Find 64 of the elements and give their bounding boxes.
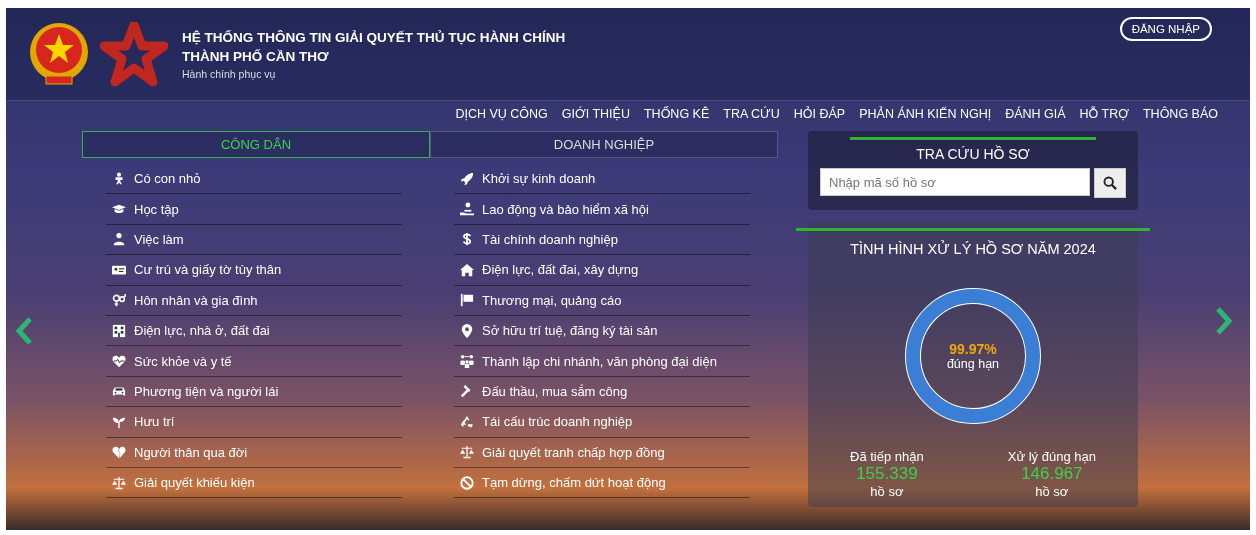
service-link[interactable]: Tái cấu trúc doanh nghiệp — [482, 414, 633, 430]
city-name: THÀNH PHỐ CẦN THƠ — [182, 48, 330, 66]
nav-link[interactable]: PHẢN ÁNH KIẾN NGHỊ — [859, 107, 992, 129]
figure-label: Xử lý đúng hạn — [1007, 449, 1096, 464]
service-link[interactable]: Việc làm — [134, 231, 184, 247]
service-link[interactable]: Cư trú và giấy tờ tùy thân — [134, 262, 282, 278]
service-link[interactable]: Giải quyết khiếu kiện — [134, 475, 255, 491]
ban-icon — [460, 475, 474, 490]
search-button[interactable] — [1094, 168, 1126, 198]
service-link[interactable]: Hôn nhân và gia đình — [134, 292, 258, 308]
scale-icon — [460, 445, 474, 460]
nav-link[interactable]: TRA CỨU — [723, 107, 780, 129]
tab[interactable]: DOANH NGHIỆP — [430, 131, 778, 158]
percent-caption: đúng hạn — [946, 357, 1000, 371]
service-link[interactable]: Thương mại, quảng cáo — [482, 292, 622, 308]
service-link[interactable]: Khởi sự kinh doanh — [482, 171, 596, 187]
service-link[interactable]: Tạm dừng, chấm dứt hoạt động — [482, 475, 666, 491]
figure-label: Đã tiếp nhận — [850, 449, 924, 464]
rocket-icon — [460, 171, 474, 186]
service-link[interactable]: Phương tiện và người lái — [134, 383, 279, 399]
nav-link[interactable]: DỊCH VỤ CÔNG — [455, 107, 548, 129]
nav-link[interactable]: HỖ TRỢ — [1079, 107, 1129, 129]
location-pin-icon — [460, 323, 474, 338]
hand-person-icon — [460, 202, 474, 217]
service-link[interactable]: Có con nhỏ — [134, 171, 201, 187]
figure-value: 146.967 — [1021, 464, 1083, 484]
panel-title: TRA CỨU HỒ SƠ — [850, 137, 1096, 162]
tab[interactable]: CÔNG DÂN — [82, 131, 430, 158]
service-link[interactable]: Học tập — [134, 201, 179, 217]
login-button[interactable]: ĐĂNG NHẬP — [1119, 17, 1212, 41]
service-link[interactable]: Sở hữu trí tuệ, đăng ký tài sản — [482, 323, 658, 339]
figure-value: 155.339 — [856, 464, 918, 484]
figure-unit: hồ sơ — [1035, 484, 1069, 499]
house-icon — [460, 262, 474, 277]
broken-heart-icon — [112, 445, 126, 460]
nav-link[interactable]: THỐNG KÊ — [643, 107, 710, 129]
person-icon — [112, 232, 126, 247]
scale-icon — [112, 475, 126, 490]
service-link[interactable]: Thành lập chi nhánh, văn phòng đại diện — [482, 353, 717, 369]
nav-link[interactable]: HỎI ĐÁP — [793, 107, 846, 129]
nav-link[interactable]: ĐÁNH GIÁ — [1005, 107, 1066, 129]
service-link[interactable]: Điện lực, nhà ở, đất đai — [134, 323, 270, 339]
nav-link[interactable]: GIỚI THIỆU — [561, 107, 630, 129]
building-icon — [112, 323, 126, 338]
service-link[interactable]: Hưu trí — [134, 414, 175, 430]
search-field[interactable]: Nhập mã số hồ sơ — [820, 168, 1090, 196]
gender-symbol-icon — [112, 293, 126, 308]
figure-unit: hồ sơ — [870, 484, 904, 499]
search-icon — [1103, 176, 1117, 190]
system-title: HỆ THỐNG THÔNG TIN GIẢI QUYẾT THỦ TỤC HÀNH CHÍNH — [182, 29, 566, 47]
service-link[interactable]: Lao động và bảo hiểm xã hội — [482, 201, 649, 217]
slogan: Hành chính phục vụ — [182, 68, 277, 80]
service-link[interactable]: Sức khỏe và y tế — [134, 353, 232, 369]
service-link[interactable]: Điện lực, đất đai, xây dựng — [482, 262, 639, 278]
stats-title: TÌNH HÌNH XỬ LÝ HỒ SƠ NĂM 2024 — [796, 228, 1150, 257]
service-link[interactable]: Giải quyết tranh chấp hợp đồng — [482, 444, 665, 460]
service-link[interactable]: Đấu thầu, mua sắm công — [482, 383, 628, 399]
flag-icon — [460, 293, 474, 308]
service-link[interactable]: Người thân qua đời — [134, 444, 248, 460]
percent-value: 99.97% — [949, 341, 997, 357]
service-link[interactable]: Tài chính doanh nghiệp — [482, 231, 618, 247]
dollar-sign-icon — [460, 232, 474, 247]
heart-pulse-icon — [112, 354, 126, 369]
nav-link[interactable]: THÔNG BÁO — [1143, 107, 1218, 129]
